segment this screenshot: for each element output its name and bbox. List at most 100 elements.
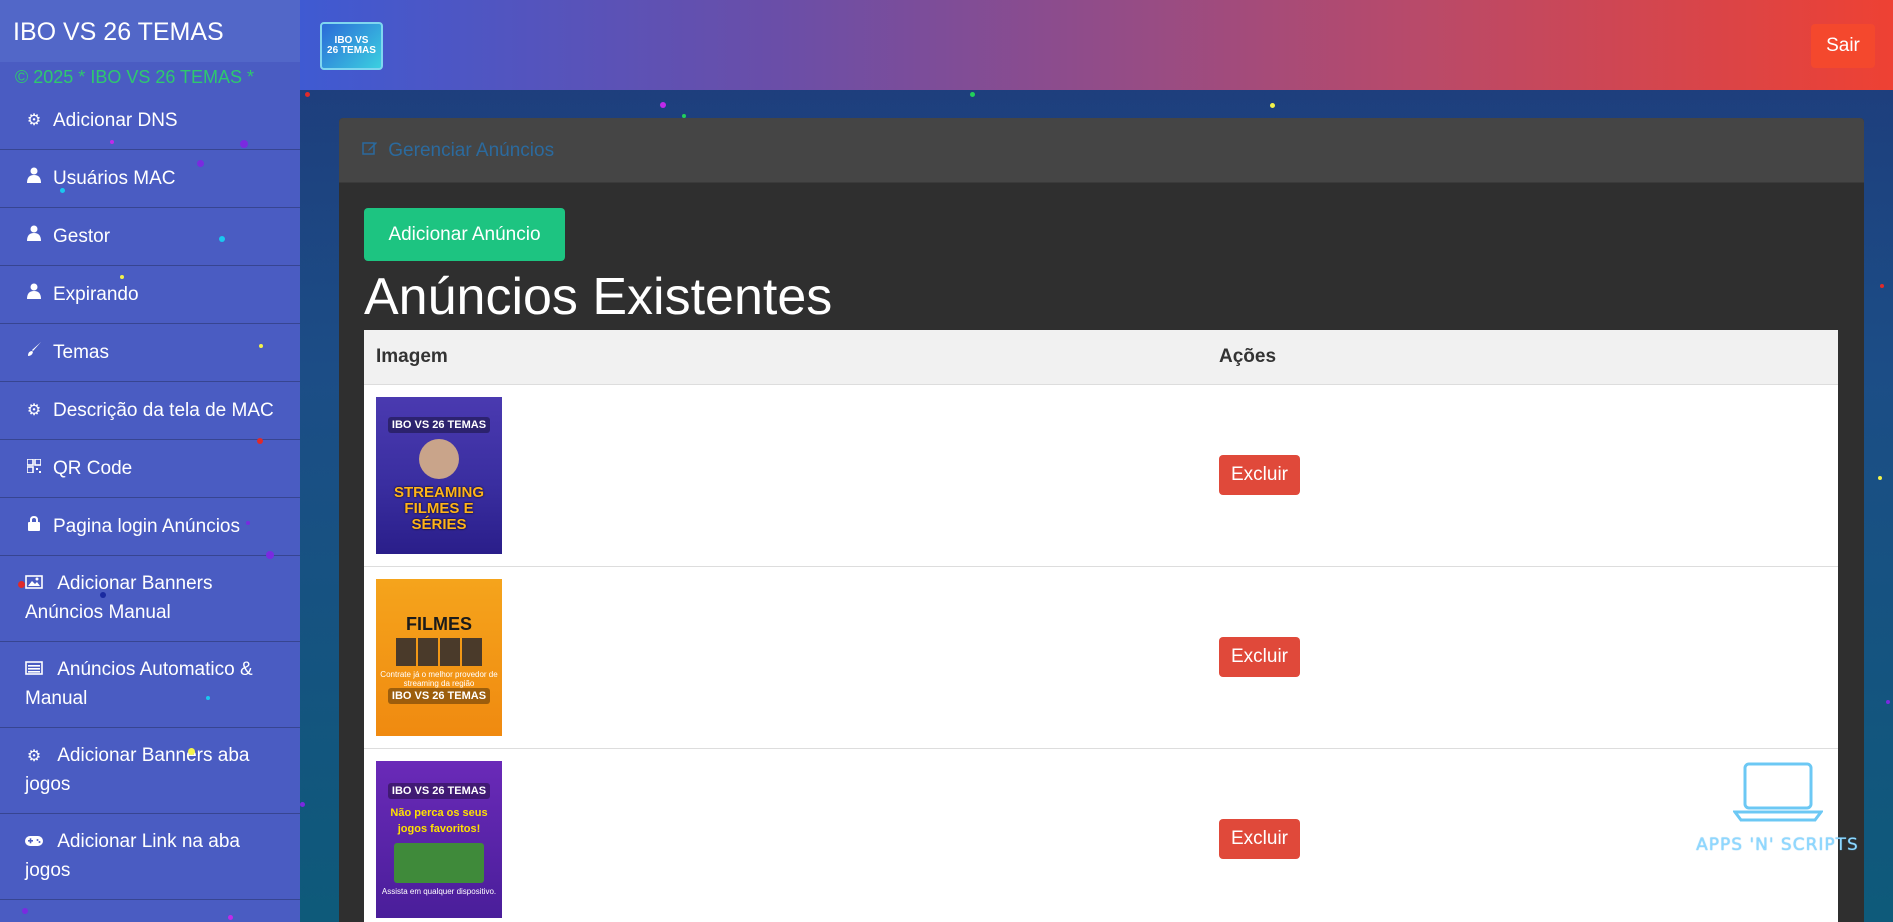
confetti-dot (188, 748, 195, 755)
panel-heading: Gerenciar Anúncios (339, 118, 1864, 183)
gears-icon: ⚙ (26, 748, 42, 765)
sidebar: IBO VS 26 TEMAS © 2025 * IBO VS 26 TEMAS… (0, 0, 300, 922)
table-header-row: Imagem Ações (364, 330, 1838, 385)
delete-button[interactable]: Excluir (1219, 819, 1300, 859)
user-icon (25, 165, 43, 193)
section-title: Anúncios Existentes (364, 268, 833, 326)
manage-ads-panel: Gerenciar Anúncios Adicionar Anúncio Anú… (339, 118, 1864, 922)
confetti-dot (100, 592, 106, 598)
confetti-dot (970, 92, 975, 97)
ads-table: Imagem Ações IBO VS 26 TEMAS STREAMING F… (364, 330, 1838, 922)
sidebar-item-label: Gestor (53, 225, 111, 247)
app-logo[interactable]: IBO VS 26 TEMAS (320, 22, 383, 70)
sidebar-item-label: Expirando (53, 283, 139, 305)
confetti-dot (110, 140, 114, 144)
confetti-dot (1886, 700, 1890, 704)
sidebar-item-temas[interactable]: Temas (0, 324, 300, 382)
thumb-brand: IBO VS 26 TEMAS (387, 782, 491, 799)
sidebar-item-label: Adicionar DNS (53, 109, 178, 131)
sidebar-item-label: QR Code (53, 457, 133, 479)
sidebar-item-gestor[interactable]: Gestor (0, 208, 300, 266)
confetti-dot (259, 344, 263, 348)
confetti-dot (660, 102, 666, 108)
confetti-dot (246, 521, 250, 525)
confetti-dot (120, 275, 124, 279)
brand-title[interactable]: IBO VS 26 TEMAS (13, 18, 224, 46)
thumb-headline: FILMES (406, 614, 472, 634)
image-cell: IBO VS 26 TEMAS STREAMING FILMES E SÉRIE… (364, 384, 1207, 567)
sidebar-item-expirando[interactable]: Expirando (0, 266, 300, 324)
sidebar-item-label: Adicionar Banners aba jogos (25, 745, 250, 795)
confetti-dot (300, 802, 305, 807)
sidebar-item-adicionar-dns[interactable]: ⚙ Adicionar DNS (0, 92, 300, 150)
thumb-face (419, 439, 459, 479)
user-icon (25, 223, 43, 251)
confetti-dot (22, 908, 28, 914)
confetti-dot (228, 915, 233, 920)
confetti-dot (197, 160, 204, 167)
sidebar-item-label: Temas (53, 341, 109, 363)
qrcode-icon (25, 455, 43, 483)
gamepad-icon (25, 829, 43, 857)
sidebar-item-descricao-tela-mac[interactable]: ⚙ Descrição da tela de MAC (0, 382, 300, 440)
thumb-brand: IBO VS 26 TEMAS (387, 417, 491, 433)
sidebar-item-anuncios-automatico-manual[interactable]: Anúncios Automatico & Manual (0, 642, 300, 728)
logo-text-line2: 26 TEMAS (327, 45, 376, 56)
confetti-dot (266, 551, 274, 559)
confetti-dot (682, 114, 686, 118)
sidebar-item-qr-code[interactable]: QR Code (0, 440, 300, 498)
thumb-film-strip (396, 638, 482, 666)
logout-button[interactable]: Sair (1811, 24, 1875, 68)
confetti-dot (305, 92, 310, 97)
confetti-dot (18, 581, 25, 588)
image-icon (25, 571, 43, 599)
gears-icon: ⚙ (26, 111, 42, 129)
confetti-dot (257, 438, 263, 444)
thumb-headline: Não perca os seus jogos favoritos! (390, 806, 488, 835)
delete-button[interactable]: Excluir (1219, 637, 1300, 677)
actions-cell: Excluir (1207, 384, 1838, 567)
sidebar-item-label: Descrição da tela de MAC (53, 399, 274, 421)
topbar: IBO VS 26 TEMAS Sair (300, 0, 1893, 90)
thumb-stadium (394, 842, 484, 883)
confetti-dot (60, 188, 65, 193)
sidebar-item-pagina-login-anuncios[interactable]: Pagina login Anúncios (0, 498, 300, 556)
delete-button[interactable]: Excluir (1219, 455, 1300, 495)
sidebar-menu: ⚙ Adicionar DNS Usuários MAC Gestor Expi… (0, 92, 300, 900)
sidebar-header: IBO VS 26 TEMAS (0, 0, 300, 62)
sidebar-item-adicionar-link-aba-jogos[interactable]: Adicionar Link na aba jogos (0, 814, 300, 900)
watermark-text: APPS 'N' SCRIPTS (1696, 835, 1859, 855)
sidebar-item-adicionar-banners-anuncios-manual[interactable]: Adicionar Banners Anúncios Manual (0, 556, 300, 642)
sidebar-item-label: Usuários MAC (53, 167, 176, 189)
image-cell: IBO VS 26 TEMAS Não perca os seus jogos … (364, 748, 1207, 922)
column-header-image: Imagem (364, 330, 1207, 385)
copyright-text: © 2025 * IBO VS 26 TEMAS * (0, 62, 300, 92)
sidebar-item-adicionar-banners-aba-jogos[interactable]: ⚙ Adicionar Banners aba jogos (0, 728, 300, 814)
column-header-actions: Ações (1207, 330, 1838, 385)
add-ad-button[interactable]: Adicionar Anúncio (364, 208, 565, 261)
sidebar-item-usuarios-mac[interactable]: Usuários MAC (0, 150, 300, 208)
thumb-headline: STREAMING FILMES E SÉRIES (394, 484, 484, 533)
lock-icon (25, 513, 43, 541)
thumb-subtext: Contrate já o melhor provedor de streami… (380, 670, 498, 688)
table-row: FILMES Contrate já o melhor provedor de … (364, 566, 1838, 749)
thumb-subtext: Assista em qualquer dispositivo. (381, 886, 497, 896)
confetti-dot (1270, 103, 1275, 108)
sidebar-item-label: Anúncios Automatico & Manual (25, 659, 253, 709)
apps-n-scripts-watermark: APPS 'N' SCRIPTS (1685, 760, 1870, 855)
confetti-dot (1880, 284, 1884, 288)
confetti-dot (219, 236, 225, 242)
confetti-dot (1878, 476, 1882, 480)
table-row: IBO VS 26 TEMAS Não perca os seus jogos … (364, 748, 1838, 922)
gear-icon: ⚙ (26, 401, 42, 419)
panel-heading-title: Gerenciar Anúncios (388, 140, 555, 161)
laptop-icon (1731, 762, 1824, 830)
list-icon (25, 657, 43, 685)
ad-thumbnail: FILMES Contrate já o melhor provedor de … (376, 578, 502, 736)
table-row: IBO VS 26 TEMAS STREAMING FILMES E SÉRIE… (364, 384, 1838, 567)
ad-thumbnail: IBO VS 26 TEMAS Não perca os seus jogos … (376, 760, 502, 918)
panel-body: Adicionar Anúncio Anúncios Existentes Im… (339, 183, 1864, 922)
sidebar-item-label: Adicionar Link na aba jogos (25, 831, 240, 881)
ad-thumbnail: IBO VS 26 TEMAS STREAMING FILMES E SÉRIE… (376, 396, 502, 554)
user-icon (25, 281, 43, 309)
